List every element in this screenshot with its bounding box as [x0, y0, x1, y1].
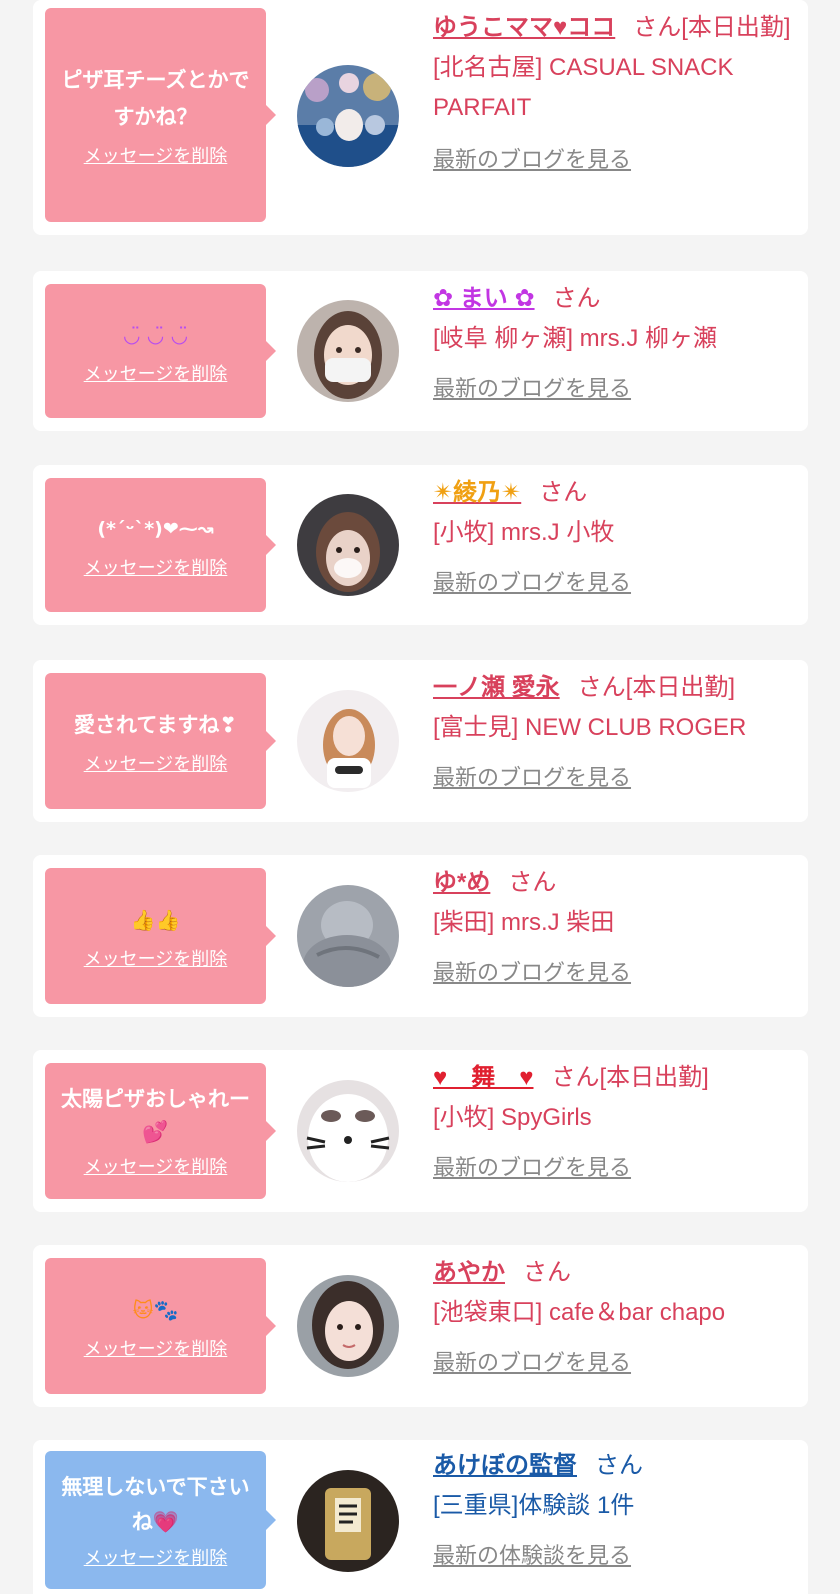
latest-review-link[interactable]: 最新の体験談を見る: [433, 1538, 631, 1570]
avatar[interactable]: [297, 300, 399, 402]
shop-name: [北名古屋] CASUAL SNACK PARFAIT: [433, 54, 734, 121]
message-text: ピザ耳チーズとかですかね？: [61, 68, 250, 129]
name-suffix: さん[本日出勤]: [633, 14, 791, 41]
girl-info: ゆうこママ♥ココ さん[本日出勤] [北名古屋] CASUAL SNACK PAR…: [433, 8, 798, 174]
shop-name: [岐阜 柳ヶ瀬] mrs.J 柳ヶ瀬: [433, 325, 717, 352]
delete-message-link[interactable]: メッセージを削除: [84, 945, 228, 971]
girl-name-text: ✴綾乃✴: [433, 479, 522, 506]
latest-blog-link[interactable]: 最新のブログを見る: [433, 371, 631, 403]
delete-message-link[interactable]: メッセージを削除: [84, 750, 228, 776]
name-suffix: さん: [595, 1452, 643, 1479]
message-card: (*ˊᵕˋ*)❤︎⁓↝ メッセージを削除 ✴綾乃✴ さん [小牧] mrs.J 小…: [33, 465, 808, 625]
girl-info: ✿ まい ✿ さん [岐阜 柳ヶ瀬] mrs.J 柳ヶ瀬 最新のブログを見る: [433, 279, 798, 403]
message-text: 愛されてますね❣: [74, 712, 237, 737]
latest-blog-link[interactable]: 最新のブログを見る: [433, 565, 631, 597]
girl-info: あやか さん [池袋東口] cafe＆bar chapo 最新のブログを見る: [433, 1253, 798, 1377]
delete-message-link[interactable]: メッセージを削除: [84, 1335, 228, 1361]
name-suffix: さん: [508, 869, 557, 896]
message-card: ピザ耳チーズとかですかね？ メッセージを削除 ゆうこママ♥ココ さん[本日出勤] …: [33, 0, 808, 235]
message-bubble: ピザ耳チーズとかですかね？ メッセージを削除: [45, 8, 276, 222]
latest-blog-link[interactable]: 最新のブログを見る: [433, 1345, 631, 1377]
message-text: ◡̈ ◡̈ ◡̈: [122, 322, 189, 347]
message-text: 🐱🐾: [132, 1297, 179, 1322]
avatar[interactable]: [297, 1275, 399, 1377]
shop-name: [池袋東口] cafe＆bar chapo: [433, 1299, 726, 1326]
message-bubble: 👍👍 メッセージを削除: [45, 868, 276, 1004]
name-suffix: さん: [552, 285, 601, 312]
girl-name-link[interactable]: ゆ*め: [433, 869, 490, 896]
shop-name: [小牧] SpyGirls: [433, 1104, 592, 1131]
avatar[interactable]: [297, 1470, 399, 1572]
message-bubble: 愛されてますね❣ メッセージを削除: [45, 673, 276, 809]
message-bubble: 無理しないで下さいね💗 メッセージを削除: [45, 1451, 276, 1589]
girl-info: あけぼの監督 さん [三重県]体験談 1件 最新の体験談を見る: [433, 1446, 798, 1570]
message-card: 無理しないで下さいね💗 メッセージを削除 あけぼの監督 さん [三重県]体験談 1…: [33, 1440, 808, 1594]
message-text: 太陽ピザおしゃれー💕: [61, 1087, 250, 1144]
message-bubble: 太陽ピザおしゃれー💕 メッセージを削除: [45, 1063, 276, 1199]
message-bubble: ◡̈ ◡̈ ◡̈ メッセージを削除: [45, 284, 276, 418]
message-text: (*ˊᵕˋ*)❤︎⁓↝: [97, 517, 214, 540]
girl-info: 一ノ瀬 愛永 さん[本日出勤] [富士見] NEW CLUB ROGER 最新のブ…: [433, 668, 798, 792]
message-bubble: (*ˊᵕˋ*)❤︎⁓↝ メッセージを削除: [45, 478, 276, 612]
shop-name: [三重県]体験談 1件: [433, 1492, 635, 1519]
shop-name: [柴田] mrs.J 柴田: [433, 909, 615, 936]
name-suffix: さん: [523, 1259, 571, 1286]
latest-blog-link[interactable]: 最新のブログを見る: [433, 1150, 631, 1182]
delete-message-link[interactable]: メッセージを削除: [84, 554, 228, 580]
message-card: ◡̈ ◡̈ ◡̈ メッセージを削除 ✿ まい ✿ さん [岐阜 柳ヶ瀬] mrs.…: [33, 271, 808, 431]
name-suffix: さん: [539, 479, 588, 506]
girl-name-link[interactable]: 一ノ瀬 愛永: [433, 674, 560, 701]
message-card: 愛されてますね❣ メッセージを削除 一ノ瀬 愛永 さん[本日出勤] [富士見] N…: [33, 660, 808, 822]
girl-name-link[interactable]: ✴綾乃✴: [433, 479, 521, 506]
name-suffix: さん[本日出勤]: [551, 1064, 709, 1091]
girl-name-link[interactable]: あやか: [433, 1259, 505, 1286]
delete-message-link[interactable]: メッセージを削除: [84, 1153, 228, 1179]
avatar[interactable]: [297, 1080, 399, 1182]
message-text: 無理しないで下さいね💗: [61, 1475, 250, 1534]
message-text: 👍👍: [130, 907, 181, 932]
girl-info: ゆ*め さん [柴田] mrs.J 柴田 最新のブログを見る: [433, 863, 798, 987]
latest-blog-link[interactable]: 最新のブログを見る: [433, 955, 631, 987]
message-card: 🐱🐾 メッセージを削除 あやか さん [池袋東口] cafe＆bar chapo …: [33, 1245, 808, 1407]
shop-name: [小牧] mrs.J 小牧: [433, 519, 615, 546]
delete-message-link[interactable]: メッセージを削除: [84, 142, 228, 168]
girl-name-link[interactable]: ♥ 舞 ♥: [433, 1064, 534, 1091]
message-card: 👍👍 メッセージを削除 ゆ*め さん [柴田] mrs.J 柴田 最新のブログを見…: [33, 855, 808, 1017]
name-suffix: さん[本日出勤]: [577, 674, 736, 701]
shop-name: [富士見] NEW CLUB ROGER: [433, 714, 747, 741]
message-card: 太陽ピザおしゃれー💕 メッセージを削除 ♥ 舞 ♥ さん[本日出勤] [小牧] S…: [33, 1050, 808, 1212]
delete-message-link[interactable]: メッセージを削除: [84, 360, 228, 386]
latest-blog-link[interactable]: 最新のブログを見る: [433, 142, 631, 174]
avatar[interactable]: [297, 494, 399, 596]
girl-info: ♥ 舞 ♥ さん[本日出勤] [小牧] SpyGirls 最新のブログを見る: [433, 1058, 798, 1182]
avatar[interactable]: [297, 885, 399, 987]
avatar[interactable]: [297, 690, 399, 792]
girl-name-link[interactable]: ✿ まい ✿: [433, 285, 535, 312]
girl-info: ✴綾乃✴ さん [小牧] mrs.J 小牧 最新のブログを見る: [433, 473, 798, 597]
latest-blog-link[interactable]: 最新のブログを見る: [433, 760, 631, 792]
girl-name-link[interactable]: ゆうこママ♥ココ: [433, 14, 615, 41]
girl-name-link[interactable]: あけぼの監督: [433, 1452, 577, 1479]
delete-message-link[interactable]: メッセージを削除: [84, 1544, 228, 1570]
message-bubble: 🐱🐾 メッセージを削除: [45, 1258, 276, 1394]
avatar[interactable]: [297, 65, 399, 167]
